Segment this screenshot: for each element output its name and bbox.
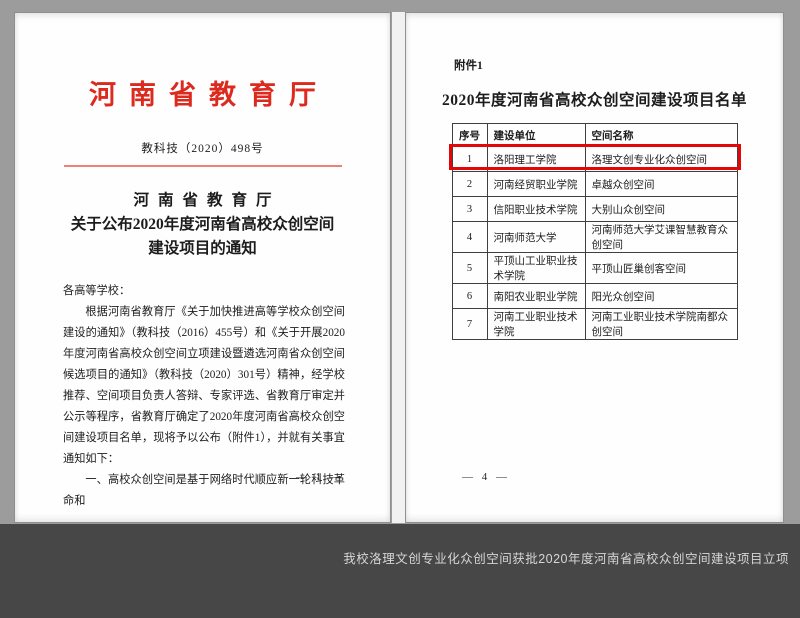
table-header-space: 空间名称 bbox=[585, 124, 737, 147]
row-space: 洛理文创专业化众创空间 bbox=[585, 147, 737, 172]
table-header-row: 序号 建设单位 空间名称 bbox=[452, 124, 737, 147]
table-row: 6 南阳农业职业学院 阳光众创空间 bbox=[452, 284, 737, 309]
table-row: 4 河南师范大学 河南师范大学艾课智慧教育众创空间 bbox=[452, 222, 737, 253]
row-unit: 洛阳理工学院 bbox=[487, 147, 585, 172]
table-row: 5 平顶山工业职业技术学院 平顶山匠巢创客空间 bbox=[452, 253, 737, 284]
row-space: 阳光众创空间 bbox=[585, 284, 737, 309]
row-space: 卓越众创空间 bbox=[585, 172, 737, 197]
document-page-right: 附件1 2020年度河南省高校众创空间建设项目名单 序号 建设单位 空间名称 1… bbox=[405, 12, 784, 523]
document-viewer: 河南省教育厅 教科技（2020）498号 河南省教育厅 关于公布2020年度河南… bbox=[0, 0, 800, 618]
agency-letterhead: 河南省教育厅 bbox=[15, 73, 390, 112]
row-unit: 信阳职业技术学院 bbox=[487, 197, 585, 222]
attachment-label: 附件1 bbox=[454, 57, 783, 73]
table-header-no: 序号 bbox=[452, 124, 487, 147]
row-unit: 平顶山工业职业技术学院 bbox=[487, 253, 585, 284]
project-table: 序号 建设单位 空间名称 1 洛阳理工学院 洛理文创专业化众创空间 2 河南经贸… bbox=[452, 123, 738, 340]
notice-title-line3: 建设项目的通知 bbox=[15, 237, 390, 261]
row-no: 1 bbox=[452, 147, 487, 172]
row-no: 4 bbox=[452, 222, 487, 253]
row-space: 河南师范大学艾课智慧教育众创空间 bbox=[585, 222, 737, 253]
table-row: 3 信阳职业技术学院 大别山众创空间 bbox=[452, 197, 737, 222]
row-unit: 南阳农业职业学院 bbox=[487, 284, 585, 309]
project-table-container: 序号 建设单位 空间名称 1 洛阳理工学院 洛理文创专业化众创空间 2 河南经贸… bbox=[452, 123, 738, 340]
page-number-right: — 4 — bbox=[462, 471, 510, 483]
row-unit: 河南师范大学 bbox=[487, 222, 585, 253]
row-unit: 河南工业职业技术学院 bbox=[487, 309, 585, 340]
row-no: 2 bbox=[452, 172, 487, 197]
row-space: 大别山众创空间 bbox=[585, 197, 737, 222]
caption-text: 我校洛理文创专业化众创空间获批2020年度河南省高校众创空间建设项目立项 bbox=[343, 548, 789, 567]
document-page-left: 河南省教育厅 教科技（2020）498号 河南省教育厅 关于公布2020年度河南… bbox=[14, 12, 391, 523]
row-no: 6 bbox=[452, 284, 487, 309]
letterhead-divider bbox=[64, 165, 342, 167]
row-no: 3 bbox=[452, 197, 487, 222]
row-space: 平顶山匠巢创客空间 bbox=[585, 253, 737, 284]
row-unit: 河南经贸职业学院 bbox=[487, 172, 585, 197]
page-gutter bbox=[392, 12, 405, 523]
notice-title: 河南省教育厅 关于公布2020年度河南省高校众创空间 建设项目的通知 bbox=[15, 189, 390, 261]
document-number: 教科技（2020）498号 bbox=[15, 140, 390, 156]
project-list-title: 2020年度河南省高校众创空间建设项目名单 bbox=[406, 88, 783, 110]
body-paragraph-1: 根据河南省教育厅《关于加快推进高等学校众创空间建设的通知》（教科技（2016）4… bbox=[63, 302, 345, 470]
table-row: 1 洛阳理工学院 洛理文创专业化众创空间 bbox=[452, 147, 737, 172]
table-header-unit: 建设单位 bbox=[487, 124, 585, 147]
salutation: 各高等学校： bbox=[63, 281, 345, 302]
table-row: 7 河南工业职业技术学院 河南工业职业技术学院南都众创空间 bbox=[452, 309, 737, 340]
notice-title-line2: 关于公布2020年度河南省高校众创空间 bbox=[15, 213, 390, 237]
row-no: 7 bbox=[452, 309, 487, 340]
page-number-left: — 1 — bbox=[296, 471, 344, 483]
caption-bar: 我校洛理文创专业化众创空间获批2020年度河南省高校众创空间建设项目立项 bbox=[0, 524, 800, 618]
table-row: 2 河南经贸职业学院 卓越众创空间 bbox=[452, 172, 737, 197]
row-space: 河南工业职业技术学院南都众创空间 bbox=[585, 309, 737, 340]
notice-title-line1: 河南省教育厅 bbox=[15, 189, 390, 213]
row-no: 5 bbox=[452, 253, 487, 284]
